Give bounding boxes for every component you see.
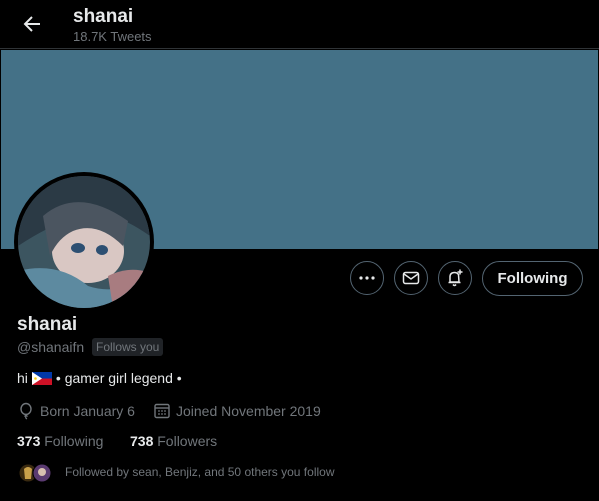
arrow-left-icon[interactable] [20, 12, 44, 36]
following-button[interactable]: Following [482, 261, 583, 296]
follows-you-badge: Follows you [92, 338, 164, 356]
bio: hi • gamer girl legend • [17, 370, 182, 386]
followers-label: Followers [157, 433, 218, 449]
followed-by-text[interactable]: Followed by sean, Benjiz, and 50 others … [65, 465, 335, 479]
following-count-link[interactable]: 373 Following [17, 433, 103, 449]
profile-handle: @shanaifn [17, 339, 85, 355]
joined-label: Joined November 2019 [176, 403, 321, 419]
following-label: Following [44, 433, 104, 449]
following-count: 373 [17, 433, 41, 449]
born-label: Born January 6 [40, 403, 135, 419]
tweet-count: 18.7K Tweets [73, 29, 152, 44]
more-button[interactable] [350, 261, 384, 295]
bell-plus-icon [448, 269, 463, 287]
philippines-flag-icon [31, 371, 52, 385]
more-icon [359, 276, 375, 280]
top-bar: shanai 18.7K Tweets [0, 0, 599, 49]
joined-date: Joined November 2019 [153, 402, 321, 420]
profile-name: shanai [17, 314, 78, 335]
followers-count: 738 [130, 433, 154, 449]
balloon-icon [20, 402, 32, 420]
followed-by-avatars[interactable] [18, 463, 54, 483]
header-name: shanai [73, 6, 134, 27]
bio-prefix: hi [17, 370, 28, 386]
notify-button[interactable] [438, 261, 472, 295]
avatar[interactable] [14, 172, 154, 312]
message-button[interactable] [394, 261, 428, 295]
born-date: Born January 6 [17, 402, 135, 420]
envelope-icon [402, 271, 420, 285]
followers-count-link[interactable]: 738 Followers [130, 433, 217, 449]
calendar-icon [154, 403, 170, 419]
bio-text: • gamer girl legend • [55, 370, 182, 386]
